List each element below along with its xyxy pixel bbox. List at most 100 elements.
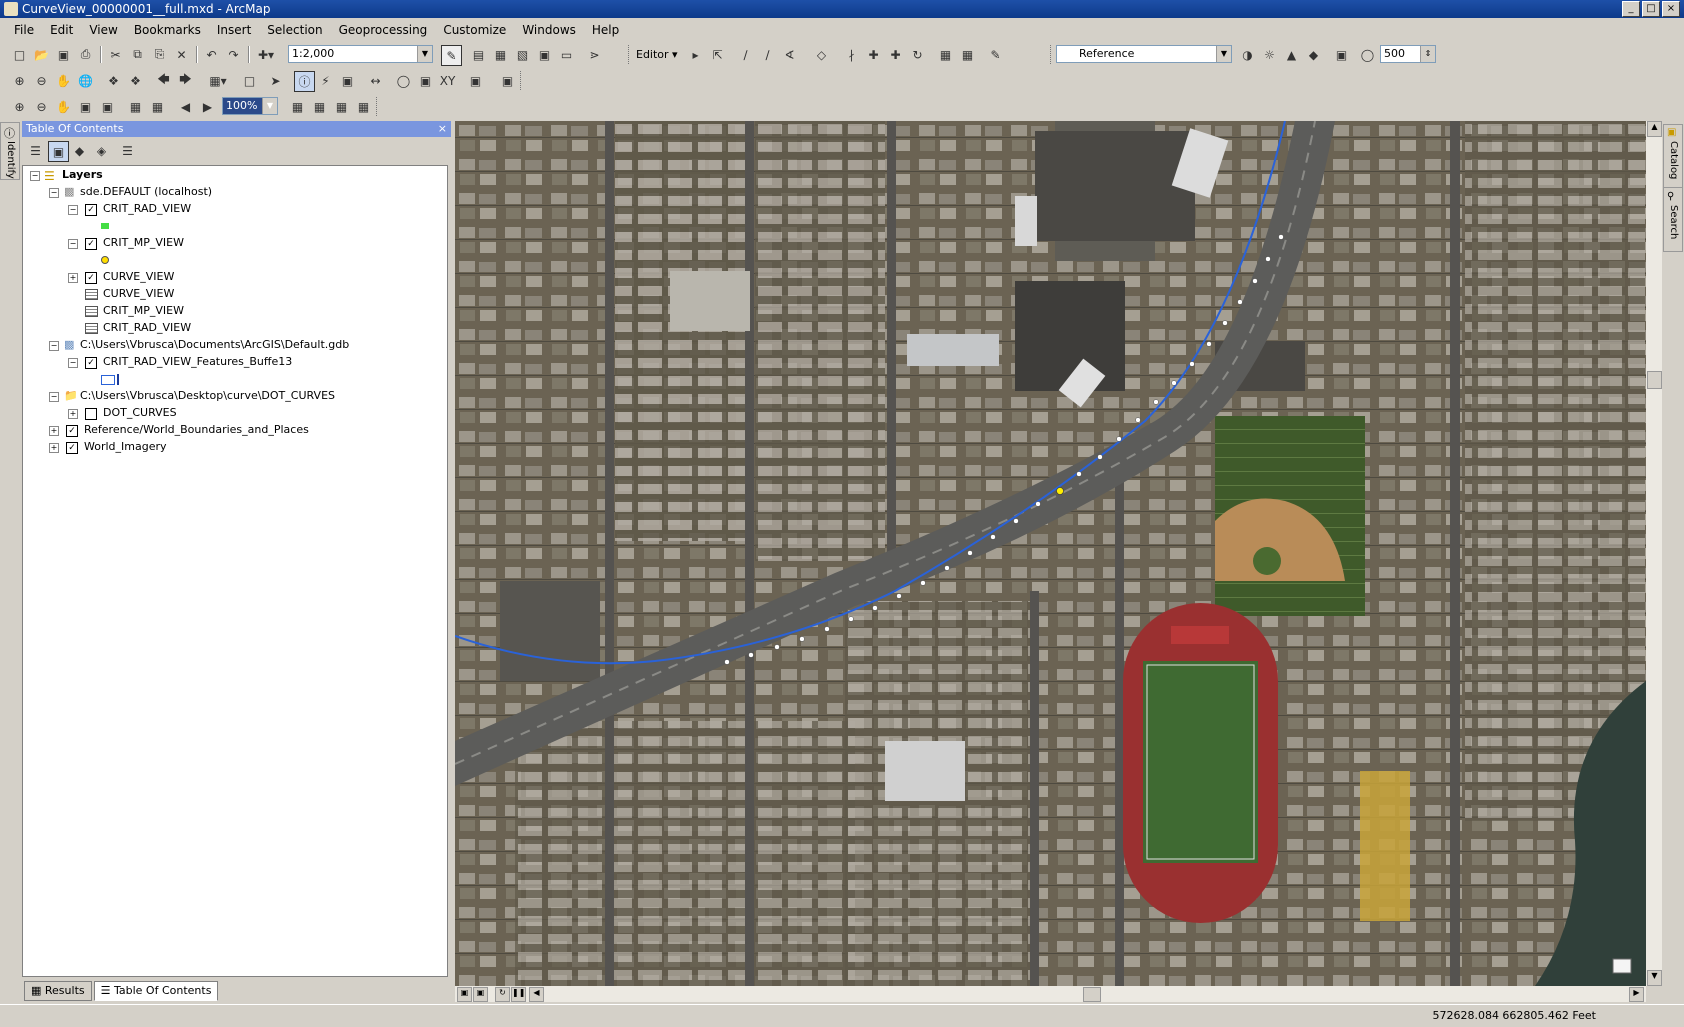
tree-node-crit-mp-view[interactable]: CRIT_MP_VIEW [103, 234, 184, 251]
menu-geoprocessing[interactable]: Geoprocessing [331, 20, 436, 40]
menu-help[interactable]: Help [584, 20, 627, 40]
tab-results[interactable]: ▦ Results [24, 981, 92, 1001]
layer-visibility-checkbox[interactable]: ✓ [66, 442, 78, 454]
map-refresh-icon[interactable]: ▣ [1332, 45, 1351, 64]
layout-zoom-out-icon[interactable]: ⊖ [32, 97, 51, 116]
go-to-xy-icon[interactable]: XY [438, 71, 457, 90]
expand-icon[interactable]: + [68, 273, 78, 283]
scroll-up-icon[interactable]: ▲ [1647, 121, 1662, 137]
reshape-icon[interactable]: ∤ [842, 45, 861, 64]
arctoolbox-icon[interactable]: ▣ [535, 45, 554, 64]
close-icon[interactable]: × [438, 121, 447, 137]
menu-customize[interactable]: Customize [435, 20, 514, 40]
cut-icon[interactable]: ✂ [106, 45, 125, 64]
tree-node-crit-rad-view[interactable]: CRIT_RAD_VIEW [103, 200, 191, 217]
find-route-icon[interactable]: ▣ [416, 71, 435, 90]
chevron-down-icon[interactable]: ▼ [417, 46, 432, 62]
trace-icon[interactable]: ∢ [780, 45, 799, 64]
menu-file[interactable]: File [6, 20, 42, 40]
split-icon[interactable]: ✚ [886, 45, 905, 64]
measure-icon[interactable]: ↔ [366, 71, 385, 90]
change-layout-icon[interactable]: ▦ [332, 97, 351, 116]
map-horizontal-scrollbar[interactable]: ▣ ▣ ↻ ❚❚ ◀ ▶ [455, 986, 1646, 1002]
tree-node-curve-view[interactable]: CURVE_VIEW [103, 268, 174, 285]
tree-node-curve-view-table[interactable]: CURVE_VIEW [103, 285, 174, 302]
close-button[interactable]: × [1662, 1, 1680, 17]
layout-forward-icon[interactable]: ▶ [198, 97, 217, 116]
full-extent-icon[interactable]: 🌐 [76, 71, 95, 90]
paste-icon[interactable]: ⎘ [150, 45, 169, 64]
zoom-out-icon[interactable]: ⊖ [32, 71, 51, 90]
collapse-icon[interactable]: − [49, 188, 59, 198]
map-view[interactable] [455, 121, 1646, 986]
tree-node-crit-rad-view-table[interactable]: CRIT_RAD_VIEW [103, 319, 191, 336]
search-window-icon[interactable]: ▧ [513, 45, 532, 64]
forward-arrow-icon[interactable]: 🡆 [176, 71, 195, 90]
search-side-tab[interactable]: ⚲ Search [1664, 189, 1682, 251]
copy-icon[interactable]: ⧉ [128, 45, 147, 64]
list-by-visibility-icon[interactable]: ◆ [70, 141, 89, 160]
data-driven-pages-icon[interactable]: ▦ [354, 97, 373, 116]
flicker-icon[interactable]: ◆ [1304, 45, 1323, 64]
tree-node-sde-default[interactable]: sde.DEFAULT (localhost) [80, 183, 212, 200]
sketch-properties-icon[interactable]: ▦ [958, 45, 977, 64]
end-point-arc-icon[interactable]: ∕ [758, 45, 777, 64]
layer-visibility-checkbox[interactable]: ✓ [85, 357, 97, 369]
menu-windows[interactable]: Windows [514, 20, 584, 40]
straight-segment-icon[interactable]: ∕ [736, 45, 755, 64]
expand-icon[interactable]: + [49, 443, 59, 453]
brightness-icon[interactable]: ☼ [1260, 45, 1279, 64]
model-builder-icon[interactable]: ⋗ [585, 45, 604, 64]
map-scale-combo[interactable]: 1:2,000 ▼ [288, 45, 433, 63]
identify-icon[interactable]: ⓘ [294, 71, 315, 92]
tree-node-default-gdb[interactable]: C:\Users\Vbrusca\Documents\ArcGIS\Defaul… [80, 336, 349, 353]
layer-visibility-checkbox[interactable]: ✓ [85, 272, 97, 284]
select-features-icon[interactable]: ▦▾ [204, 71, 232, 90]
zoom-in-icon[interactable]: ⊕ [10, 71, 29, 90]
layout-zoom-in-icon[interactable]: ⊕ [10, 97, 29, 116]
html-popup-icon[interactable]: ▣ [338, 71, 357, 90]
create-features-icon[interactable]: ✎ [986, 45, 1005, 64]
expand-icon[interactable]: + [49, 426, 59, 436]
layer-visibility-checkbox[interactable]: ✓ [66, 425, 78, 437]
toggle-draft-icon[interactable]: ▦ [288, 97, 307, 116]
transparency-input[interactable]: 500 ⇕ [1380, 45, 1436, 63]
fixed-zoom-out-icon[interactable]: ❖ [126, 71, 145, 90]
zoom-whole-page-icon[interactable]: ▣ [76, 97, 95, 116]
data-view-icon[interactable]: ▣ [473, 987, 488, 1002]
scroll-right-icon[interactable]: ▶ [1629, 987, 1644, 1002]
pause-drawing-icon[interactable]: ❚❚ [511, 987, 526, 1002]
maximize-button[interactable]: □ [1642, 1, 1660, 17]
pan-icon[interactable]: ✋ [54, 71, 73, 90]
spin-icon[interactable]: ⇕ [1420, 46, 1435, 62]
list-by-source-icon[interactable]: ▣ [48, 141, 69, 162]
editor-toolbar-icon[interactable]: ✎ [441, 45, 462, 66]
layout-pan-icon[interactable]: ✋ [54, 97, 73, 116]
hyperlink-icon[interactable]: ⚡ [316, 71, 335, 90]
layout-view-icon[interactable]: ▣ [457, 987, 472, 1002]
chevron-down-icon[interactable]: ▼ [1216, 46, 1231, 62]
horizontal-scroll-thumb[interactable] [1083, 987, 1101, 1002]
menu-edit[interactable]: Edit [42, 20, 81, 40]
edit-annotation-icon[interactable]: ⇱ [708, 45, 727, 64]
toc-window-icon[interactable]: ▤ [469, 45, 488, 64]
catalog-window-icon[interactable]: ▦ [491, 45, 510, 64]
layout-zoom-combo[interactable]: 100% ▼ [222, 97, 278, 115]
select-elements-icon[interactable]: ➤ [266, 71, 285, 90]
identify-side-tab[interactable]: ⓘ Identify [0, 122, 20, 180]
edit-tool-icon[interactable]: ▸ [686, 45, 705, 64]
imagery-map[interactable] [455, 121, 1646, 986]
expand-icon[interactable]: + [68, 409, 78, 419]
layer-visibility-checkbox[interactable]: ✓ [85, 204, 97, 216]
chevron-down-icon[interactable]: ▼ [262, 98, 277, 114]
create-viewer-icon[interactable]: ▣ [498, 71, 517, 90]
menu-insert[interactable]: Insert [209, 20, 259, 40]
tree-node-dot-curves-folder[interactable]: C:\Users\Vbrusca\Desktop\curve\DOT_CURVE… [80, 387, 335, 404]
redo-icon[interactable]: ↷ [224, 45, 243, 64]
collapse-icon[interactable]: − [49, 392, 59, 402]
collapse-icon[interactable]: − [68, 205, 78, 215]
tree-node-layers[interactable]: Layers [62, 166, 103, 183]
add-data-icon[interactable]: ✚▾ [252, 45, 280, 64]
vertical-scroll-thumb[interactable] [1647, 371, 1662, 389]
delete-icon[interactable]: ✕ [172, 45, 191, 64]
